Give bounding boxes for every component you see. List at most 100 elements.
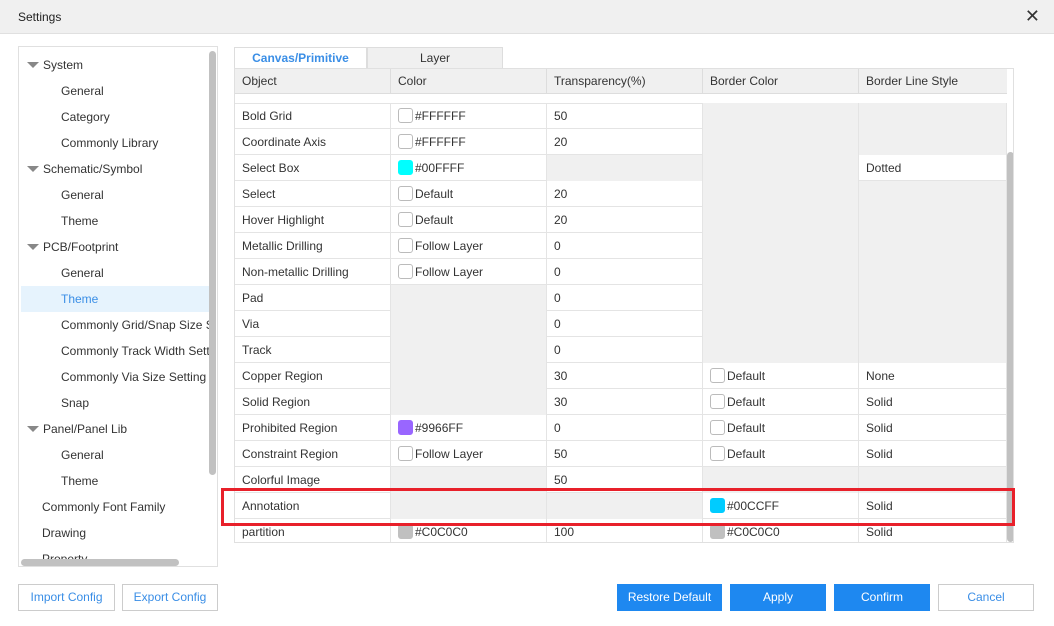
border-color-cell[interactable] — [703, 233, 859, 259]
border-color-cell[interactable]: Default — [703, 415, 859, 441]
color-cell[interactable] — [391, 363, 547, 389]
tree-vertical-scrollbar[interactable] — [209, 51, 216, 475]
color-swatch[interactable] — [710, 445, 725, 461]
expand-arrow-icon[interactable] — [27, 244, 39, 250]
border-style-cell[interactable] — [859, 311, 1007, 337]
border-color-cell[interactable] — [703, 129, 859, 155]
expand-arrow-icon[interactable] — [27, 62, 39, 68]
transparency-cell[interactable]: 0 — [547, 311, 703, 337]
color-swatch[interactable] — [398, 211, 413, 227]
color-cell[interactable]: #FFFFFF — [391, 103, 547, 129]
tree-item-theme[interactable]: Theme — [21, 468, 209, 494]
border-style-cell[interactable] — [859, 285, 1007, 311]
transparency-cell[interactable]: 0 — [547, 285, 703, 311]
border-color-cell[interactable] — [703, 337, 859, 363]
color-swatch[interactable] — [398, 237, 413, 253]
import-config-button[interactable]: Import Config — [18, 584, 115, 611]
color-cell[interactable]: Follow Layer — [391, 441, 547, 467]
tree-item-system[interactable]: System — [21, 52, 209, 78]
tree-item-commonly-font-family[interactable]: Commonly Font Family — [21, 494, 209, 520]
border-color-cell[interactable]: Default — [703, 389, 859, 415]
color-cell[interactable]: Follow Layer — [391, 233, 547, 259]
apply-button[interactable]: Apply — [730, 584, 826, 611]
transparency-cell[interactable]: 0 — [547, 337, 703, 363]
border-color-cell[interactable] — [703, 207, 859, 233]
border-color-cell[interactable] — [703, 311, 859, 337]
transparency-cell[interactable] — [547, 155, 703, 181]
tree-item-theme[interactable]: Theme — [21, 286, 209, 312]
border-style-cell[interactable] — [859, 103, 1007, 129]
transparency-cell[interactable]: 0 — [547, 259, 703, 285]
color-cell[interactable]: #FFFFFF — [391, 129, 547, 155]
table-vertical-scrollbar[interactable] — [1007, 152, 1013, 542]
color-swatch[interactable] — [398, 133, 413, 149]
border-style-cell[interactable] — [859, 259, 1007, 285]
transparency-cell[interactable]: 0 — [547, 233, 703, 259]
tree-horizontal-scrollbar[interactable] — [21, 559, 179, 566]
border-style-cell[interactable] — [859, 181, 1007, 207]
color-cell[interactable]: #9966FF — [391, 415, 547, 441]
transparency-cell[interactable]: 0 — [547, 415, 703, 441]
border-style-cell[interactable] — [859, 337, 1007, 363]
transparency-cell[interactable]: 30 — [547, 363, 703, 389]
border-color-cell[interactable] — [703, 259, 859, 285]
color-swatch[interactable] — [398, 419, 413, 435]
border-style-cell[interactable] — [859, 233, 1007, 259]
tree-item-pcb-footprint[interactable]: PCB/Footprint — [21, 234, 209, 260]
border-color-cell[interactable] — [703, 103, 859, 129]
transparency-cell[interactable]: 50 — [547, 441, 703, 467]
color-cell[interactable]: Default — [391, 207, 547, 233]
expand-arrow-icon[interactable] — [27, 166, 39, 172]
transparency-cell[interactable]: 20 — [547, 129, 703, 155]
cancel-button[interactable]: Cancel — [938, 584, 1034, 611]
color-cell[interactable] — [391, 337, 547, 363]
tree-item-commonly-grid-snap-size-setting[interactable]: Commonly Grid/Snap Size Setting — [21, 312, 209, 338]
color-cell[interactable]: #00FFFF — [391, 155, 547, 181]
tree-item-panel-panel-lib[interactable]: Panel/Panel Lib — [21, 416, 209, 442]
tree-item-theme[interactable]: Theme — [21, 208, 209, 234]
color-cell[interactable] — [391, 389, 547, 415]
color-swatch[interactable] — [710, 367, 725, 383]
tree-item-commonly-via-size-setting[interactable]: Commonly Via Size Setting — [21, 364, 209, 390]
tree-item-general[interactable]: General — [21, 260, 209, 286]
color-swatch[interactable] — [398, 445, 413, 461]
transparency-cell[interactable]: 50 — [547, 103, 703, 129]
border-style-cell[interactable]: Dotted — [859, 155, 1007, 181]
transparency-cell[interactable]: 20 — [547, 207, 703, 233]
export-config-button[interactable]: Export Config — [122, 584, 218, 611]
color-cell[interactable] — [391, 285, 547, 311]
color-swatch[interactable] — [710, 419, 725, 435]
border-color-cell[interactable] — [703, 181, 859, 207]
color-swatch[interactable] — [398, 159, 413, 175]
color-cell[interactable] — [391, 311, 547, 337]
transparency-cell[interactable]: 20 — [547, 181, 703, 207]
border-color-cell[interactable] — [703, 155, 859, 181]
close-icon[interactable]: ✕ — [1025, 6, 1040, 27]
border-style-cell[interactable]: Solid — [859, 389, 1007, 415]
border-style-cell[interactable] — [859, 207, 1007, 233]
color-swatch[interactable] — [710, 393, 725, 409]
tree-item-general[interactable]: General — [21, 78, 209, 104]
color-cell[interactable]: Follow Layer — [391, 259, 547, 285]
confirm-button[interactable]: Confirm — [834, 584, 930, 611]
color-swatch[interactable] — [710, 523, 725, 539]
tree-item-schematic-symbol[interactable]: Schematic/Symbol — [21, 156, 209, 182]
border-color-cell[interactable]: Default — [703, 441, 859, 467]
tree-item-snap[interactable]: Snap — [21, 390, 209, 416]
border-style-cell[interactable] — [859, 129, 1007, 155]
transparency-cell[interactable]: 30 — [547, 389, 703, 415]
color-swatch[interactable] — [398, 107, 413, 123]
border-style-cell[interactable]: None — [859, 363, 1007, 389]
tree-item-drawing[interactable]: Drawing — [21, 520, 209, 546]
color-swatch[interactable] — [398, 263, 413, 279]
restore-default-button[interactable]: Restore Default — [617, 584, 722, 611]
tab-layer[interactable]: Layer — [367, 47, 503, 69]
tree-item-category[interactable]: Category — [21, 104, 209, 130]
tree-item-general[interactable]: General — [21, 182, 209, 208]
color-swatch[interactable] — [398, 185, 413, 201]
border-color-cell[interactable]: Default — [703, 363, 859, 389]
color-cell[interactable]: Default — [391, 181, 547, 207]
expand-arrow-icon[interactable] — [27, 426, 39, 432]
tree-item-general[interactable]: General — [21, 442, 209, 468]
border-color-cell[interactable] — [703, 285, 859, 311]
